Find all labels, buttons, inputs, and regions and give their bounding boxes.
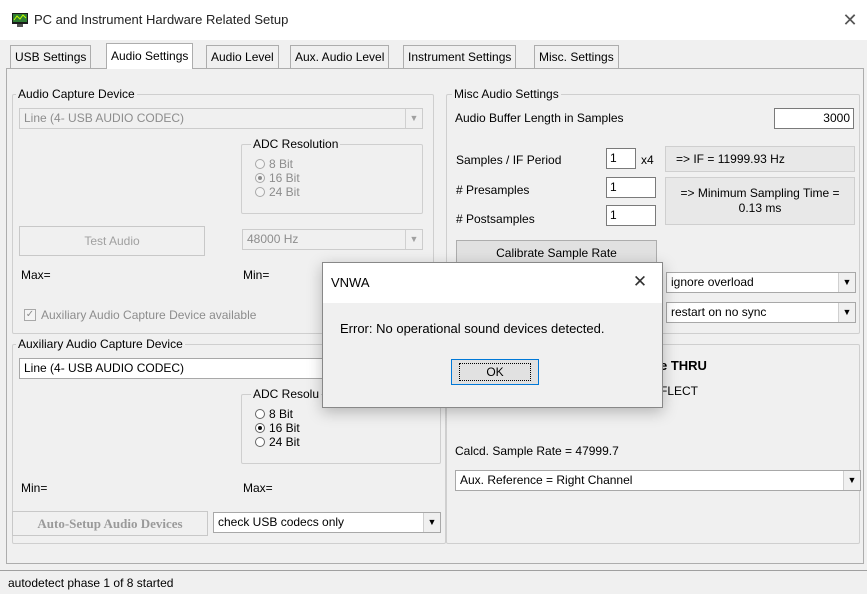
tab-misc-settings[interactable]: Misc. Settings bbox=[534, 45, 619, 69]
close-icon[interactable]: ✕ bbox=[836, 7, 864, 33]
aux-capture-group-title: Auxiliary Audio Capture Device bbox=[16, 337, 185, 351]
radio-icon bbox=[255, 408, 265, 419]
chevron-down-icon: ▼ bbox=[405, 230, 422, 249]
tab-usb-settings[interactable]: USB Settings bbox=[10, 45, 92, 69]
sync-select[interactable]: restart on no sync ▼ bbox=[666, 302, 856, 323]
adc-24bit-radio[interactable]: 24 Bit bbox=[255, 185, 300, 199]
codec-filter-select[interactable]: check USB codecs only ▼ bbox=[213, 512, 441, 533]
aux-adc-24bit-label: 24 Bit bbox=[269, 435, 300, 449]
radio-icon bbox=[255, 186, 265, 197]
ok-button-label: OK bbox=[459, 363, 531, 381]
reflect-fragment: FLECT bbox=[660, 384, 699, 398]
tab-audio-settings[interactable]: Audio Settings bbox=[106, 43, 194, 69]
presamples-input[interactable]: 1 bbox=[606, 177, 656, 198]
overload-select[interactable]: ignore overload ▼ bbox=[666, 272, 856, 293]
adc-8bit-radio[interactable]: 8 Bit bbox=[255, 157, 293, 171]
adc-8bit-label: 8 Bit bbox=[269, 157, 294, 171]
tab-audio-level[interactable]: Audio Level bbox=[206, 45, 279, 69]
x4-label: x4 bbox=[641, 153, 654, 167]
aux-adc-resolution-title: ADC Resolu bbox=[251, 387, 322, 401]
sync-value: restart on no sync bbox=[671, 305, 767, 319]
aux-device-available-checkbox[interactable]: ✓ Auxiliary Audio Capture Device availabl… bbox=[24, 308, 256, 322]
radio-icon bbox=[255, 172, 265, 183]
dialog-title: VNWA bbox=[331, 275, 370, 290]
postsamples-label: # Postsamples bbox=[456, 212, 535, 226]
checkbox-check-icon: ✓ bbox=[24, 308, 36, 321]
window-titlebar: PC and Instrument Hardware Related Setup… bbox=[0, 0, 867, 40]
auto-setup-button[interactable]: Auto-Setup Audio Devices bbox=[12, 511, 208, 536]
buffer-length-input[interactable]: 3000 bbox=[774, 108, 854, 129]
chevron-down-icon: ▼ bbox=[838, 303, 855, 322]
chevron-down-icon: ▼ bbox=[423, 513, 440, 532]
tab-aux-audio-level[interactable]: Aux. Audio Level bbox=[290, 45, 390, 69]
codec-filter-value: check USB codecs only bbox=[218, 515, 345, 529]
app-icon bbox=[12, 13, 28, 27]
aux-adc-16bit-radio[interactable]: 16 Bit bbox=[255, 421, 300, 435]
postsamples-input[interactable]: 1 bbox=[606, 205, 656, 226]
thru-fragment: e THRU bbox=[660, 358, 707, 373]
min-sampling-readout: => Minimum Sampling Time = 0.13 ms bbox=[665, 177, 855, 225]
adc-24bit-label: 24 Bit bbox=[269, 185, 300, 199]
capture-min-label: Min= bbox=[243, 268, 270, 282]
presamples-label: # Presamples bbox=[456, 183, 530, 197]
sample-rate-value: 48000 Hz bbox=[247, 232, 299, 246]
samples-if-input[interactable]: 1 bbox=[606, 148, 636, 169]
min-sampling-line1: => Minimum Sampling Time = bbox=[680, 186, 840, 200]
close-icon[interactable]: ✕ bbox=[625, 270, 655, 294]
samples-if-label: Samples / IF Period bbox=[456, 153, 562, 167]
aux-device-available-label: Auxiliary Audio Capture Device available bbox=[41, 308, 257, 322]
status-text: autodetect phase 1 of 8 started bbox=[8, 576, 174, 590]
status-bar: autodetect phase 1 of 8 started bbox=[0, 570, 867, 594]
aux-adc-8bit-label: 8 Bit bbox=[269, 407, 294, 421]
aux-adc-8bit-radio[interactable]: 8 Bit bbox=[255, 407, 293, 421]
ok-button[interactable]: OK bbox=[451, 359, 539, 385]
aux-adc-24bit-radio[interactable]: 24 Bit bbox=[255, 435, 300, 449]
radio-icon bbox=[255, 422, 265, 433]
dialog-titlebar: VNWA ✕ bbox=[323, 263, 662, 303]
aux-reference-value: Aux. Reference = Right Channel bbox=[460, 473, 633, 487]
radio-icon bbox=[255, 158, 265, 169]
sample-rate-select[interactable]: 48000 Hz ▼ bbox=[242, 229, 423, 250]
tab-instrument-settings[interactable]: Instrument Settings bbox=[403, 45, 517, 69]
dialog-message: Error: No operational sound devices dete… bbox=[340, 321, 605, 336]
capture-max-label: Max= bbox=[21, 268, 51, 282]
chevron-down-icon: ▼ bbox=[405, 109, 422, 128]
audio-capture-device-value: Line (4- USB AUDIO CODEC) bbox=[24, 111, 185, 125]
chevron-down-icon: ▼ bbox=[838, 273, 855, 292]
adc-16bit-radio[interactable]: 16 Bit bbox=[255, 171, 300, 185]
aux-reference-select[interactable]: Aux. Reference = Right Channel ▼ bbox=[455, 470, 861, 491]
chevron-down-icon: ▼ bbox=[843, 471, 860, 490]
window-title: PC and Instrument Hardware Related Setup bbox=[34, 12, 289, 27]
aux-max-label: Max= bbox=[243, 481, 273, 495]
overload-value: ignore overload bbox=[671, 275, 754, 289]
test-audio-button[interactable]: Test Audio bbox=[19, 226, 205, 256]
adc-16bit-label: 16 Bit bbox=[269, 171, 300, 185]
audio-capture-group-title: Audio Capture Device bbox=[16, 87, 137, 101]
radio-icon bbox=[255, 436, 265, 447]
adc-resolution-title: ADC Resolution bbox=[251, 137, 341, 151]
error-dialog: VNWA ✕ Error: No operational sound devic… bbox=[322, 262, 663, 408]
buffer-length-label: Audio Buffer Length in Samples bbox=[455, 111, 624, 125]
aux-capture-device-value: Line (4- USB AUDIO CODEC) bbox=[24, 361, 185, 375]
aux-adc-16bit-label: 16 Bit bbox=[269, 421, 300, 435]
calcd-sample-rate: Calcd. Sample Rate = 47999.7 bbox=[455, 444, 619, 458]
misc-audio-group-title: Misc Audio Settings bbox=[452, 87, 561, 101]
min-sampling-line2: 0.13 ms bbox=[738, 201, 782, 215]
audio-capture-device-select[interactable]: Line (4- USB AUDIO CODEC) ▼ bbox=[19, 108, 423, 129]
aux-min-label: Min= bbox=[21, 481, 48, 495]
if-readout: => IF = 11999.93 Hz bbox=[665, 146, 855, 172]
